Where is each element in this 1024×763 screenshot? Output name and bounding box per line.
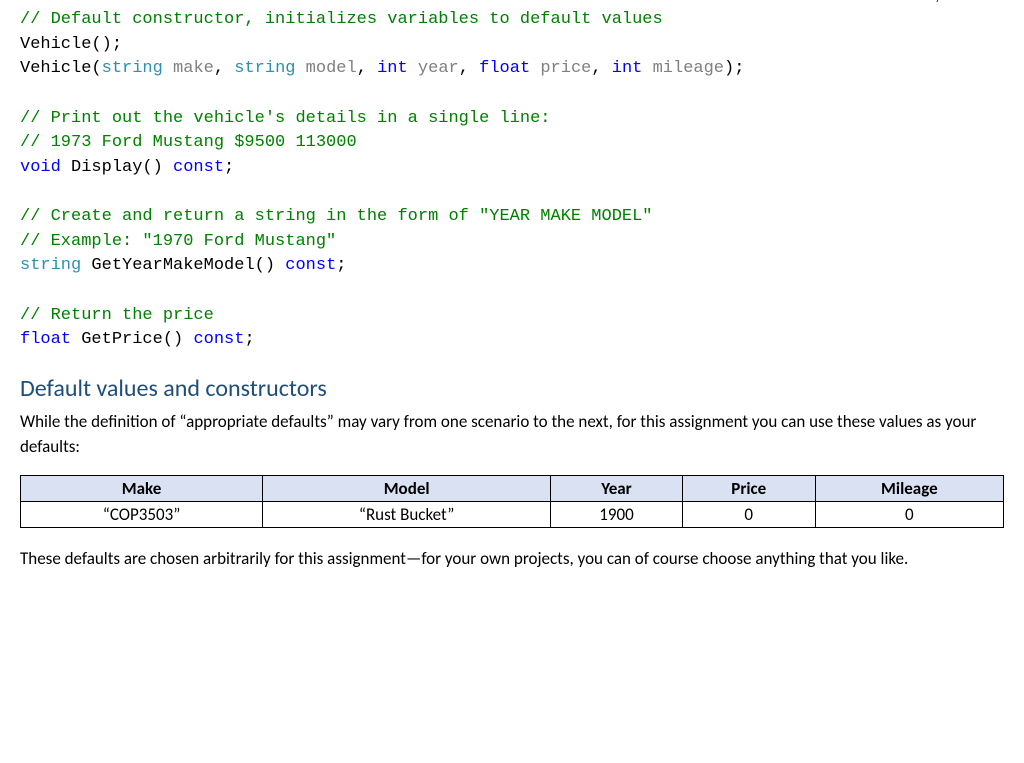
code-param: make xyxy=(163,59,214,78)
code-type: float xyxy=(479,59,530,78)
code-ident: Vehicle xyxy=(20,59,91,78)
code-punct: (); xyxy=(91,35,122,54)
code-comment: // Default constructor, initializes vari… xyxy=(20,10,663,29)
code-comment: // Example: xyxy=(20,232,142,251)
table-header-make: Make xyxy=(21,475,263,501)
code-type: string xyxy=(102,59,163,78)
code-punct: , xyxy=(214,59,234,78)
table-header-price: Price xyxy=(682,475,815,501)
code-punct: ; xyxy=(336,256,346,275)
table-header-year: Year xyxy=(551,475,683,501)
code-param: year xyxy=(408,59,459,78)
code-ident: GetYearMakeModel() xyxy=(81,256,285,275)
code-comment: // Print out the vehicle's details in a … xyxy=(20,109,551,128)
code-comment: // Create and return a string in the for… xyxy=(20,207,653,226)
table-cell-price: 0 xyxy=(682,501,815,527)
code-punct: ; xyxy=(224,158,234,177)
table-row: “COP3503” “Rust Bucket” 1900 0 0 xyxy=(21,501,1004,527)
table-cell-make: “COP3503” xyxy=(21,501,263,527)
defaults-table: Make Model Year Price Mileage “COP3503” … xyxy=(20,475,1004,528)
section-heading: Default values and constructors xyxy=(20,374,1004,403)
table-header-model: Model xyxy=(263,475,551,501)
code-param: mileage xyxy=(642,59,724,78)
code-ident: Display() xyxy=(61,158,173,177)
table-cell-year: 1900 xyxy=(551,501,683,527)
code-type: float xyxy=(20,330,71,349)
code-keyword: const xyxy=(173,158,224,177)
code-type: int xyxy=(377,59,408,78)
code-param: price xyxy=(530,59,591,78)
table-header-mileage: Mileage xyxy=(815,475,1003,501)
code-keyword: const xyxy=(285,256,336,275)
table-cell-mileage: 0 xyxy=(815,501,1003,527)
code-comment: // 1973 Ford Mustang $9500 113000 xyxy=(20,133,357,152)
paragraph: These defaults are chosen arbitrarily fo… xyxy=(20,546,1004,572)
code-param: model xyxy=(295,59,356,78)
code-comment-string: "1970 Ford Mustang" xyxy=(142,232,336,251)
code-ident: Vehicle xyxy=(20,35,91,54)
paragraph: While the definition of “appropriate def… xyxy=(20,409,1004,460)
code-punct: ; xyxy=(244,330,254,349)
code-listing: // Default constructor, initializes vari… xyxy=(20,0,1004,368)
code-type: string xyxy=(234,59,295,78)
code-ident: GetPrice() xyxy=(71,330,193,349)
code-punct: ( xyxy=(91,59,101,78)
code-type: string xyxy=(20,256,81,275)
table-cell-model: “Rust Bucket” xyxy=(263,501,551,527)
code-comment: // Return the price xyxy=(20,306,214,325)
code-punct: , xyxy=(459,59,479,78)
code-punct: , xyxy=(357,59,377,78)
table-header-row: Make Model Year Price Mileage xyxy=(21,475,1004,501)
code-type: int xyxy=(612,59,643,78)
code-punct: ); xyxy=(724,59,744,78)
code-punct: , xyxy=(591,59,611,78)
header-cutoff-text: University of Florida xyxy=(888,0,994,6)
code-type: void xyxy=(20,158,61,177)
code-keyword: const xyxy=(193,330,244,349)
